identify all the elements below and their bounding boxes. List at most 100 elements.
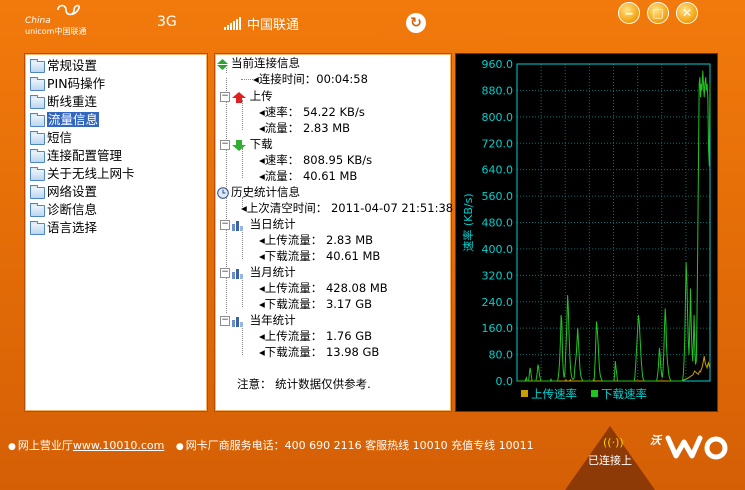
folder-icon: [30, 77, 45, 91]
folder-icon: [30, 149, 45, 163]
nav-item-4[interactable]: 短信: [27, 129, 207, 147]
collapse-icon[interactable]: −: [220, 219, 230, 230]
nav-item-label: 诊断信息: [47, 202, 98, 217]
legend-label-0: 上传速率: [531, 387, 577, 401]
green-arrows-icon: [217, 58, 228, 70]
download-flow-row: ◂流量： 40.61 MB: [259, 169, 358, 183]
green-down-arrow-icon: [232, 139, 246, 151]
day-stat-node[interactable]: − 当日统计: [220, 216, 296, 232]
nav-item-9[interactable]: 语言选择: [27, 219, 207, 237]
upload-node[interactable]: − 上传: [220, 88, 273, 104]
connection-status-text: 已连接上: [588, 454, 632, 467]
footer-item-label: 网上营业厅: [17, 439, 73, 452]
folder-icon: [30, 203, 45, 217]
china-unicom-logo: China unicom中国联通: [22, 2, 92, 40]
day-upload-row: ◂上传流量： 2.83 MB: [259, 233, 374, 247]
close-icon[interactable]: ✕: [676, 2, 698, 24]
y-tick-label: 240.0: [482, 296, 514, 309]
nav-item-label: PIN码操作: [47, 76, 106, 91]
collapse-icon[interactable]: −: [220, 315, 230, 326]
footer-bar: ● 网上营业厅www.10010.com ● 网卡厂商服务电话：400 690 21…: [8, 439, 534, 452]
connection-status-badge[interactable]: ((·)) 已连接上: [565, 426, 655, 490]
title-bar: China unicom中国联通 3G 中国联通 ↻ ‒ □ ✕: [0, 0, 745, 46]
signal-wave-icon: ((·)): [603, 436, 624, 449]
settings-nav: 常规设置 PIN码操作 断线重连流量信息短信连接配置管理 关于无线上网卡 网络设置诊断信…: [24, 53, 208, 412]
series-line-0: [517, 356, 711, 382]
legend-swatch-1: [591, 390, 598, 397]
upload-rate-row: ◂速率： 54.22 KB/s: [259, 105, 365, 119]
nav-item-label: 关于无线上网卡: [47, 166, 135, 181]
download-rate-row: ◂速率： 808.95 KB/s: [259, 153, 373, 167]
collapse-icon[interactable]: −: [220, 267, 230, 278]
traffic-info-tree: 当前连接信息 ◂连接时间：00:04:58 − 上传 ◂速率： 54.22 KB…: [214, 53, 454, 412]
nav-item-label: 网络设置: [47, 184, 98, 199]
disclaimer-note: 注意： 统计数据仅供参考.: [237, 377, 371, 391]
year-upload-row: ◂上传流量： 1.76 GB: [259, 329, 372, 343]
folder-icon: [30, 167, 45, 181]
connect-time-row: ◂连接时间：00:04:58: [241, 71, 368, 87]
bar-chart-icon: [232, 315, 243, 327]
year-stat-node[interactable]: − 当年统计: [220, 312, 296, 328]
y-tick-label: 80.0: [489, 349, 514, 362]
operator-name: 中国联通: [247, 18, 300, 33]
nav-item-0[interactable]: 常规设置: [27, 57, 207, 75]
y-tick-label: 320.0: [482, 269, 514, 282]
legend-swatch-0: [521, 390, 528, 397]
current-connection-node[interactable]: 当前连接信息: [217, 55, 300, 71]
refresh-icon[interactable]: ↻: [406, 13, 426, 33]
rate-chart-svg: 960.0 880.0 800.0 720.0 640.0 560.0 480.0 400.0…: [461, 58, 711, 401]
year-download-row: ◂下载流量： 13.98 GB: [259, 345, 380, 359]
folder-icon: [30, 131, 45, 145]
nav-item-label: 连接配置管理: [47, 148, 123, 163]
y-tick-label: 160.0: [482, 322, 514, 335]
y-tick-label: 0.0: [496, 375, 514, 388]
nav-item-3[interactable]: 流量信息: [27, 111, 207, 129]
connect-time-value: 00:04:58: [316, 72, 368, 86]
folder-icon: [30, 221, 45, 235]
minimize-icon[interactable]: ‒: [618, 2, 640, 24]
y-tick-label: 720.0: [482, 137, 514, 150]
app-window: China unicom中国联通 3G 中国联通 ↻ ‒ □ ✕ 常规设置 PIN…: [0, 0, 745, 490]
month-download-row: ◂下载流量： 3.17 GB: [259, 297, 372, 311]
collapse-icon[interactable]: −: [220, 91, 230, 102]
nav-item-label: 语言选择: [47, 220, 98, 235]
nav-item-label: 短信: [47, 130, 73, 145]
collapse-icon[interactable]: −: [220, 139, 230, 150]
nav-item-7[interactable]: 网络设置: [27, 183, 207, 201]
nav-item-label: 流量信息: [47, 112, 100, 127]
footer-hotlines: 网卡厂商服务电话：400 690 2116 客服热线 10010 充值专线 10…: [185, 439, 534, 452]
month-upload-row: ◂上传流量： 428.08 MB: [259, 281, 388, 295]
svg-text:沃: 沃: [650, 434, 663, 447]
network-type-label: 3G: [157, 14, 177, 30]
bar-chart-icon: [232, 267, 243, 279]
history-node[interactable]: 历史统计信息: [217, 184, 300, 200]
clock-icon: [217, 187, 229, 199]
folder-icon: [30, 185, 45, 199]
nav-item-6[interactable]: 关于无线上网卡: [27, 165, 207, 183]
y-tick-label: 640.0: [482, 164, 514, 177]
rate-chart: 960.0 880.0 800.0 720.0 640.0 560.0 480.0 400.0…: [455, 53, 718, 412]
nav-item-8[interactable]: 诊断信息: [27, 201, 207, 219]
y-tick-label: 560.0: [482, 190, 514, 203]
legend-label-1: 下载速率: [601, 387, 647, 401]
folder-icon: [30, 113, 45, 127]
month-stat-node[interactable]: − 当月统计: [220, 264, 296, 280]
nav-item-label: 常规设置: [47, 58, 98, 73]
nav-item-label: 断线重连: [47, 94, 98, 109]
download-node[interactable]: − 下载: [220, 136, 273, 152]
bar-chart-icon: [232, 219, 243, 231]
upload-flow-row: ◂流量： 2.83 MB: [259, 121, 351, 135]
folder-icon: [30, 59, 45, 73]
nav-item-5[interactable]: 连接配置管理: [27, 147, 207, 165]
red-up-arrow-icon: [232, 91, 246, 103]
nav-item-1[interactable]: PIN码操作: [27, 75, 207, 93]
y-tick-label: 880.0: [482, 84, 514, 97]
day-download-row: ◂下载流量： 40.61 MB: [259, 249, 381, 263]
signal-strength-icon: [224, 16, 244, 30]
y-tick-label: 960.0: [482, 58, 514, 71]
y-tick-label: 400.0: [482, 243, 514, 256]
last-clear-row: ◂上次清空时间： 2011-04-07 21:51:38: [241, 201, 454, 215]
nav-item-2[interactable]: 断线重连: [27, 93, 207, 111]
maximize-icon[interactable]: □: [647, 2, 669, 24]
website-link[interactable]: www.10010.com: [73, 439, 164, 452]
